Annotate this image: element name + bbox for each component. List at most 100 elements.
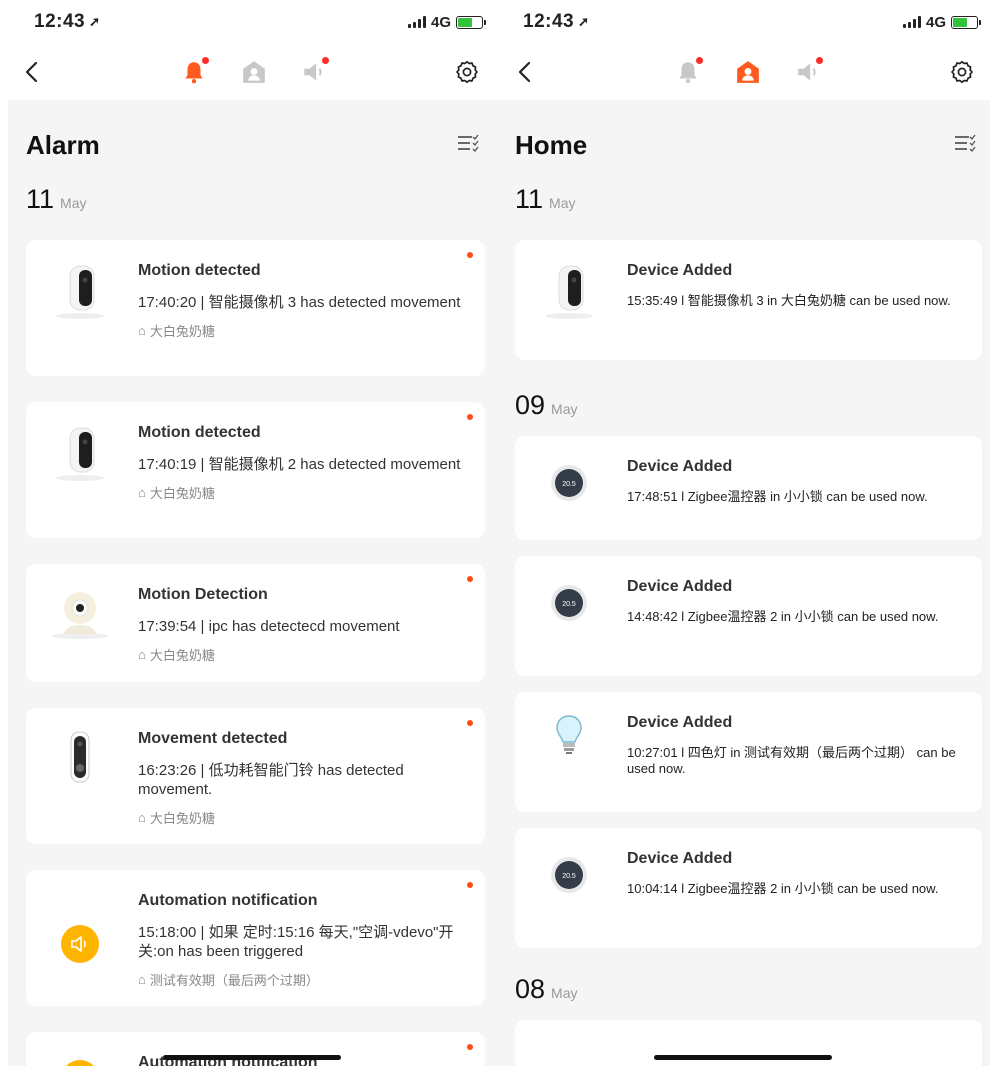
settings-button[interactable] (948, 58, 976, 86)
card-home: ⌂ 大白兔奶糖 (138, 647, 215, 663)
card-desc: 16:23:26 | 低功耗智能门铃 has detected movement… (138, 762, 404, 798)
unread-dot (467, 720, 473, 726)
tab-notification-badge (321, 57, 329, 64)
tab-alarm[interactable] (671, 55, 705, 89)
date-header: 11 May (515, 170, 982, 214)
network-type: 4G (430, 13, 451, 31)
alarm-content: Alarm 11 May Motion detected 17:40:20 | … (8, 100, 495, 1066)
tab-alarm[interactable] (177, 55, 211, 89)
card-home: ⌂ 大白兔奶糖 (138, 323, 215, 339)
nav-bar (495, 44, 990, 100)
unread-dot (467, 576, 473, 582)
home-content: Home 11 May Device Added 15:35:49 l 智能摄像… (495, 100, 990, 1066)
status-indicators: 4G (407, 13, 486, 31)
device-card[interactable]: 20.5 Device Added 10:04:14 l Zigbee温控器 2… (515, 828, 982, 948)
card-title: Device Added (627, 458, 733, 475)
filter-button[interactable] (954, 134, 976, 157)
card-title: Motion Detection (138, 586, 268, 603)
card-title: Automation notification (138, 892, 318, 909)
date-day: 08 (515, 974, 546, 1004)
signal-icon (407, 16, 426, 28)
alarm-screen: 12:43 ➚ 4G Alarm 11 May Motion detected … (0, 0, 495, 1066)
home-small-icon: ⌂ (138, 647, 146, 662)
tab-home[interactable] (731, 55, 765, 89)
nav-bar (8, 44, 495, 100)
date-day: 11 (515, 184, 544, 214)
gear-icon (456, 60, 478, 84)
signal-icon (902, 16, 921, 28)
filter-list-icon (955, 134, 976, 152)
back-button[interactable] (517, 57, 547, 87)
tab-notification[interactable] (791, 55, 825, 89)
card-home: ⌂ 测试有效期（最后两个过期） (138, 972, 319, 988)
thermostat-icon: 20.5 (537, 850, 601, 932)
home-small-icon: ⌂ (138, 323, 146, 338)
tab-home[interactable] (237, 55, 271, 89)
card-title: Device Added (627, 850, 733, 867)
date-month: May (551, 985, 578, 1001)
card-desc: 17:40:20 | 智能摄像机 3 has detected movement (138, 294, 461, 311)
device-card[interactable]: Device Added 10:27:01 l 四色灯 in 测试有效期（最后两… (515, 692, 982, 812)
home-small-icon: ⌂ (138, 485, 146, 500)
card-desc: 15:35:49 l 智能摄像机 3 in 大白兔奶糖 can be used … (627, 293, 951, 308)
home-screen: 12:43 ➚ 4G Home 11 May Device Added 15:3… (495, 0, 990, 1066)
home-person-icon (736, 61, 759, 83)
tab-alarm-badge (201, 57, 209, 64)
home-small-icon: ⌂ (138, 810, 146, 825)
alarm-card[interactable]: Motion detected 17:40:19 | 智能摄像机 2 has d… (26, 402, 485, 538)
status-time: 12:43 ➚ (523, 11, 590, 32)
date-day: 11 (26, 184, 55, 214)
speaker-automation-icon (48, 1054, 112, 1066)
camera-icon (48, 262, 112, 332)
home-indicator[interactable] (162, 1055, 341, 1060)
home-indicator[interactable] (653, 1055, 832, 1060)
alarm-card[interactable]: Automation notification 15:18:00 | 如果 定时… (26, 870, 485, 1006)
status-bar: 12:43 ➚ 4G (8, 0, 495, 44)
network-type: 4G (925, 13, 946, 31)
unread-dot (467, 1044, 473, 1050)
filter-list-icon (458, 134, 479, 152)
date-header: 11 May (26, 170, 485, 214)
tab-notification-badge (815, 57, 823, 64)
page-header: Alarm (26, 100, 485, 170)
battery-icon (951, 15, 981, 29)
alarm-card[interactable]: Automation notification (26, 1032, 485, 1066)
date-header: 09 May (515, 376, 982, 420)
card-title: Device Added (627, 578, 733, 595)
gear-icon (951, 60, 973, 84)
card-home: ⌂ 大白兔奶糖 (138, 810, 215, 826)
thermostat-reading: 20.5 (562, 873, 576, 880)
card-desc: 17:40:19 | 智能摄像机 2 has detected movement (138, 456, 461, 473)
card-desc: 14:48:42 l Zigbee温控器 2 in 小小锁 can be use… (627, 609, 939, 624)
back-button[interactable] (24, 57, 54, 87)
page-title: Alarm (26, 129, 100, 160)
thermostat-icon: 20.5 (537, 578, 601, 660)
thermostat-icon: 20.5 (537, 458, 601, 524)
alarm-card[interactable]: Motion Detection 17:39:54 | ipc has dete… (26, 564, 485, 682)
card-desc: 17:48:51 l Zigbee温控器 in 小小锁 can be used … (627, 489, 928, 504)
card-title: Device Added (627, 262, 733, 279)
unread-dot (467, 252, 473, 258)
nav-tabs (671, 55, 825, 89)
filter-button[interactable] (457, 134, 479, 157)
device-card[interactable]: 20.5 Device Added 17:48:51 l Zigbee温控器 i… (515, 436, 982, 540)
status-bar: 12:43 ➚ 4G (495, 0, 990, 44)
page-title: Home (515, 129, 588, 160)
thermostat-reading: 20.5 (562, 481, 576, 488)
ipc-camera-icon (48, 586, 112, 656)
alarm-card[interactable]: Movement detected 16:23:26 | 低功耗智能门铃 has… (26, 708, 485, 844)
card-desc: 10:04:14 l Zigbee温控器 2 in 小小锁 can be use… (627, 881, 939, 896)
date-month: May (60, 195, 87, 211)
home-small-icon: ⌂ (138, 972, 146, 987)
date-month: May (551, 401, 578, 417)
tab-notification[interactable] (297, 55, 331, 89)
unread-dot (467, 414, 473, 420)
camera-icon (537, 262, 601, 332)
nav-tabs (177, 55, 331, 89)
camera-icon (48, 424, 112, 494)
device-card[interactable]: 20.5 Device Added 14:48:42 l Zigbee温控器 2… (515, 556, 982, 676)
settings-button[interactable] (453, 58, 481, 86)
location-arrow-icon: ➚ (578, 14, 590, 29)
device-card[interactable]: Device Added 15:35:49 l 智能摄像机 3 in 大白兔奶糖… (515, 240, 982, 360)
alarm-card[interactable]: Motion detected 17:40:20 | 智能摄像机 3 has d… (26, 240, 485, 376)
